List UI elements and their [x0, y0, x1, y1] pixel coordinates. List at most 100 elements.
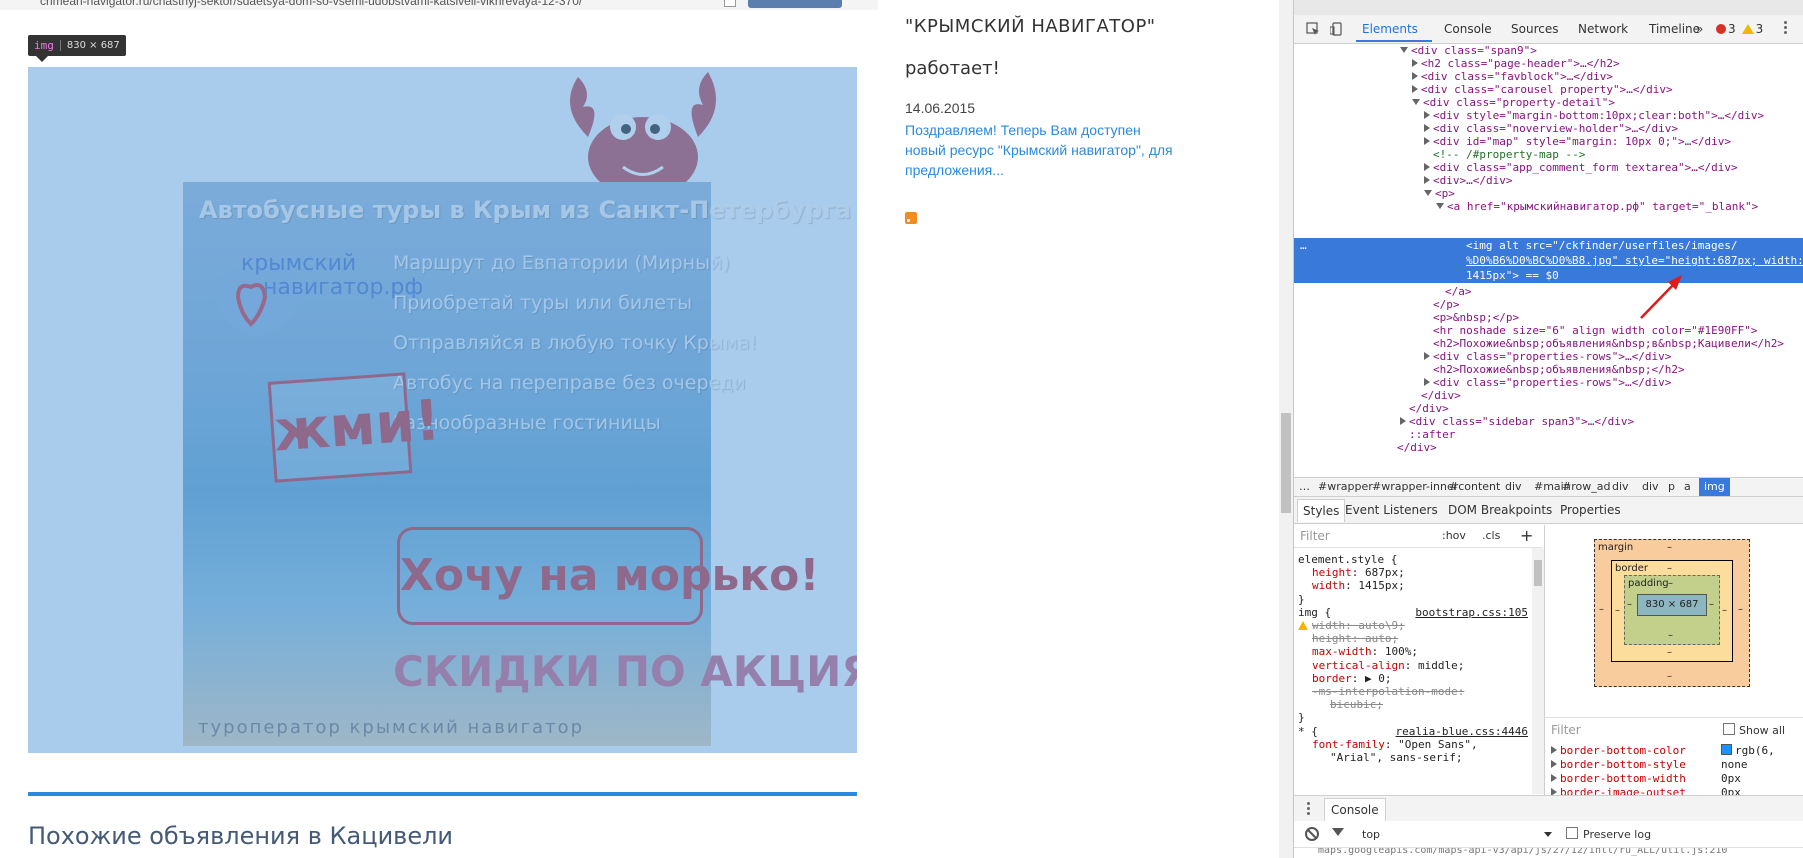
breadcrumb-item[interactable]: …	[1299, 480, 1310, 493]
styles-scrollbar-thumb[interactable]	[1534, 560, 1542, 586]
expand-triangle-icon[interactable]	[1424, 137, 1430, 145]
breadcrumb-item[interactable]: #content	[1449, 480, 1500, 493]
box-content-size[interactable]: 830 × 687	[1637, 594, 1707, 616]
dom-selected-line[interactable]: <img alt src="/ckfinder/userfiles/images…	[1466, 238, 1738, 253]
expand-triangle-icon[interactable]	[1551, 746, 1557, 754]
dom-node-line[interactable]: <a href="крымскийнавигатор.рф" target="_…	[1436, 199, 1758, 214]
expand-triangle-icon[interactable]	[1424, 378, 1430, 386]
show-all-checkbox[interactable]: Show all	[1723, 723, 1785, 737]
console-context-select[interactable]: top	[1362, 828, 1380, 841]
css-property[interactable]: width: 1415px;	[1312, 578, 1405, 593]
breadcrumb-item[interactable]: a	[1684, 480, 1691, 493]
clear-console-icon[interactable]	[1305, 827, 1319, 841]
add-rule-icon[interactable]: +	[1520, 526, 1533, 545]
preserve-log-box[interactable]	[1566, 827, 1578, 839]
css-prop-name[interactable]: height	[1312, 632, 1352, 645]
computed-property[interactable]: border-image-outset 0px	[1551, 785, 1741, 795]
breadcrumb-item[interactable]: p	[1668, 480, 1675, 493]
css-prop-name[interactable]: font-family	[1312, 738, 1385, 751]
context-caret-icon[interactable]	[1544, 832, 1552, 837]
news-link[interactable]: Поздравляем! Теперь Вам доступен новый р…	[905, 120, 1175, 180]
expand-triangle-icon[interactable]	[1424, 124, 1430, 132]
collapse-triangle-icon[interactable]	[1436, 203, 1444, 209]
show-all-box[interactable]	[1723, 723, 1735, 735]
tab-network[interactable]: Network	[1578, 22, 1628, 36]
css-prop-value[interactable]: middle;	[1418, 659, 1464, 672]
collapse-triangle-icon[interactable]	[1412, 99, 1420, 105]
drawer-tab-console[interactable]: Console	[1324, 798, 1386, 821]
breadcrumb-item[interactable]: div	[1505, 480, 1522, 493]
box-padding[interactable]: padding – – – – 830 × 687	[1624, 575, 1720, 645]
css-prop-value[interactable]: 1415px;	[1358, 579, 1404, 592]
color-swatch[interactable]	[1721, 744, 1732, 755]
collapse-triangle-icon[interactable]	[1424, 190, 1432, 196]
css-prop-name[interactable]: width	[1312, 619, 1345, 632]
computed-property[interactable]: border-bottom-style none	[1551, 757, 1748, 772]
css-prop-value[interactable]: ▶ 0;	[1365, 672, 1392, 685]
preserve-log-checkbox[interactable]: Preserve log	[1566, 827, 1651, 841]
dom-selected-line[interactable]: 1415px"> == $0	[1466, 268, 1559, 283]
dom-node-line[interactable]: </div>	[1388, 440, 1437, 455]
device-mode-icon[interactable]	[1330, 22, 1344, 36]
expand-triangle-icon[interactable]	[1412, 72, 1418, 80]
breadcrumb-item[interactable]: #wrapper-inner	[1372, 480, 1458, 493]
breadcrumb-item[interactable]: #wrapper	[1318, 480, 1373, 493]
breadcrumb-item[interactable]: div	[1642, 480, 1659, 493]
expand-triangle-icon[interactable]	[1412, 59, 1418, 67]
dom-node-line[interactable]: <div class="properties-rows">…</div>	[1424, 375, 1671, 390]
ad-image[interactable]: Автобусные туры в Крым из Санкт-Петербур…	[28, 67, 857, 753]
box-margin[interactable]: margin – – – – border – – – – padding – …	[1594, 539, 1750, 687]
expand-triangle-icon[interactable]	[1412, 85, 1418, 93]
rss-icon[interactable]	[905, 212, 917, 224]
css-prop-name[interactable]: border	[1312, 672, 1352, 685]
tab-console[interactable]: Console	[1444, 22, 1492, 36]
subtab-styles[interactable]: Styles	[1297, 499, 1346, 522]
css-prop-name[interactable]: -ms-interpolation-mode	[1312, 685, 1458, 698]
collapse-triangle-icon[interactable]	[1400, 47, 1408, 53]
subtab-event-listeners[interactable]: Event Listeners	[1345, 503, 1438, 517]
computed-property[interactable]: border-bottom-color rgb(6,	[1551, 743, 1775, 758]
more-tabs-icon[interactable]: »	[1696, 22, 1703, 36]
address-fragment[interactable]: crimean-navigator.ru/chastnyj-sektor/sda…	[40, 0, 582, 8]
dom-selected-line[interactable]: %D0%B6%D0%BC%D0%B8.jpg" style="height:68…	[1466, 253, 1803, 268]
inspect-cursor-icon[interactable]	[1306, 22, 1320, 36]
computed-property[interactable]: border-bottom-width 0px	[1551, 771, 1741, 786]
page-top-button[interactable]	[748, 0, 842, 8]
css-prop-name[interactable]: vertical-align	[1312, 659, 1405, 672]
tab-sources[interactable]: Sources	[1511, 22, 1558, 36]
computed-filter-input[interactable]: Filter	[1551, 723, 1581, 737]
filter-icon[interactable]	[1332, 828, 1344, 836]
tab-elements[interactable]: Elements	[1362, 22, 1418, 36]
hover-state-toggle[interactable]: :hov	[1442, 529, 1466, 542]
expand-triangle-icon[interactable]	[1551, 760, 1557, 768]
dom-gutter-ellipsis[interactable]: …	[1300, 238, 1307, 253]
expand-triangle-icon[interactable]	[1551, 774, 1557, 782]
subtab-properties[interactable]: Properties	[1560, 503, 1621, 517]
css-prop-value[interactable]: 687px;	[1365, 566, 1405, 579]
drawer-menu-icon[interactable]	[1307, 802, 1310, 817]
subtab-dom-breakpoints[interactable]: DOM Breakpoints	[1448, 503, 1552, 517]
page-checkbox[interactable]	[724, 0, 736, 7]
breadcrumb-item[interactable]: img	[1699, 478, 1730, 496]
css-prop-value[interactable]: 100%;	[1385, 645, 1418, 658]
box-border[interactable]: border – – – – padding – – – – 830 × 687	[1611, 560, 1733, 662]
styles-filter-input[interactable]: Filter	[1300, 529, 1330, 543]
css-prop-name[interactable]: width	[1312, 579, 1345, 592]
error-warning-counter[interactable]: 33	[1716, 22, 1763, 36]
devtools-menu-icon[interactable]	[1784, 21, 1788, 37]
tab-timeline[interactable]: Timeline	[1649, 22, 1700, 36]
breadcrumb-item[interactable]: div	[1612, 480, 1629, 493]
expand-triangle-icon[interactable]	[1400, 417, 1406, 425]
expand-triangle-icon[interactable]	[1424, 163, 1430, 171]
css-prop-value[interactable]: auto;	[1365, 632, 1398, 645]
css-prop-value[interactable]: "Open Sans",	[1398, 738, 1477, 751]
breadcrumb-item[interactable]: #row_ad	[1562, 480, 1610, 493]
css-source-link[interactable]: bootstrap.css:105	[1415, 605, 1528, 620]
page-scrollbar-thumb[interactable]	[1281, 413, 1291, 513]
expand-triangle-icon[interactable]	[1424, 176, 1430, 184]
css-prop-name[interactable]: max-width	[1312, 645, 1372, 658]
expand-triangle-icon[interactable]	[1424, 111, 1430, 119]
css-prop-name[interactable]: height	[1312, 566, 1352, 579]
class-toggle[interactable]: .cls	[1482, 529, 1500, 542]
expand-triangle-icon[interactable]	[1551, 788, 1557, 795]
